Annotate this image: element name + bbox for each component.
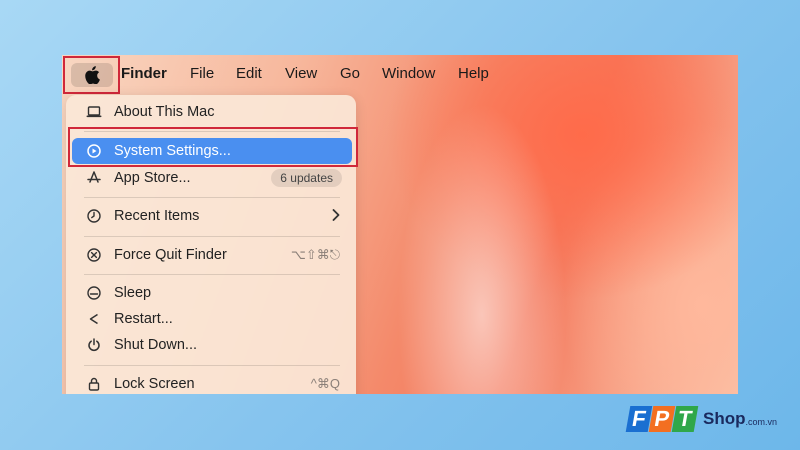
menu-item-label: Force Quit Finder (114, 247, 227, 263)
clock-icon (86, 208, 102, 224)
app-store-icon (86, 170, 102, 186)
menu-item-sleep[interactable]: Sleep (72, 280, 352, 306)
menu-help[interactable]: Help (458, 65, 489, 82)
menu-item-about[interactable]: About This Mac (72, 99, 352, 125)
lock-screen-shortcut: ^⌘Q (310, 376, 340, 391)
menu-item-label: Sleep (114, 285, 152, 301)
menu-item-restart[interactable]: Restart... (72, 306, 352, 332)
menu-view[interactable]: View (285, 65, 317, 82)
menu-item-force-quit[interactable]: Force Quit Finder ⌥⇧⌘⎋ (72, 242, 352, 268)
desktop-screenshot: Finder File Edit View Go Window Help Abo… (62, 55, 738, 394)
menu-item-label: Recent Items (114, 208, 200, 224)
menu-separator (84, 197, 340, 198)
apple-icon (84, 66, 100, 84)
apple-menu-button[interactable] (63, 56, 120, 94)
menu-go[interactable]: Go (340, 65, 360, 82)
logo-domain-text: .com.vn (745, 417, 778, 427)
menu-file[interactable]: File (190, 65, 214, 82)
menu-bar: Finder File Edit View Go Window Help (62, 55, 738, 94)
menu-edit[interactable]: Edit (236, 65, 262, 82)
chevron-right-icon (332, 208, 340, 224)
lock-icon (86, 376, 102, 392)
menu-separator (84, 236, 340, 237)
force-quit-shortcut: ⌥⇧⌘⎋ (290, 247, 340, 262)
menu-separator (84, 274, 340, 275)
menu-window[interactable]: Window (382, 65, 435, 82)
menu-item-shut-down[interactable]: Shut Down... (72, 332, 352, 358)
restart-icon (86, 311, 102, 327)
updates-badge: 6 updates (271, 169, 342, 187)
force-quit-icon (86, 247, 102, 263)
menu-item-label: Lock Screen (114, 376, 195, 392)
menu-item-label: About This Mac (114, 104, 215, 120)
menu-item-app-store[interactable]: App Store... 6 updates (72, 165, 352, 191)
laptop-icon (86, 104, 102, 120)
menu-item-label: Shut Down... (114, 337, 198, 353)
menu-finder[interactable]: Finder (121, 65, 167, 82)
logo-letter-t: T (671, 406, 699, 432)
menu-item-lock-screen[interactable]: Lock Screen ^⌘Q (72, 371, 352, 394)
power-icon (86, 337, 102, 353)
logo-shop-text: Shop (703, 409, 746, 428)
annotation-highlight-box (68, 127, 358, 167)
menu-item-label: App Store... (114, 170, 191, 186)
menu-item-recent-items[interactable]: Recent Items (72, 203, 352, 229)
fpt-shop-logo: F P T Shop .com.vn (625, 402, 778, 436)
apple-icon-wrap (70, 63, 113, 87)
menu-item-label: Restart... (114, 311, 173, 327)
sleep-icon (86, 285, 102, 301)
menu-separator (84, 365, 340, 366)
